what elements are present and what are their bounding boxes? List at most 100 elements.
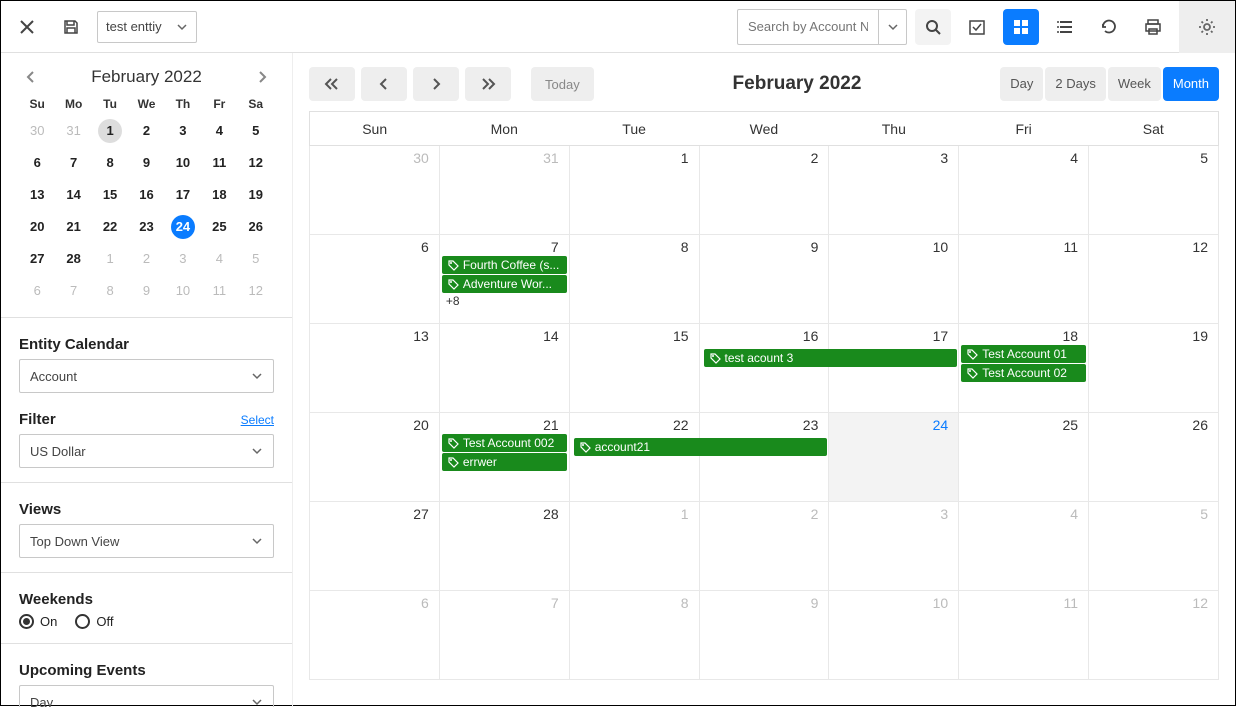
calendar-event[interactable]: test acount 3 <box>704 349 958 367</box>
filter-dropdown[interactable]: US Dollar <box>19 434 274 468</box>
mini-day-cell[interactable]: 1 <box>92 247 128 271</box>
mini-day-cell[interactable]: 5 <box>238 119 274 143</box>
mini-day-cell[interactable]: 22 <box>92 215 128 239</box>
search-dropdown-trigger[interactable] <box>878 10 906 44</box>
day-cell[interactable]: 30 <box>310 146 440 235</box>
more-events-link[interactable]: +8 <box>440 294 569 308</box>
calendar-event[interactable]: Test Account 01 <box>961 345 1086 363</box>
weekends-off-radio[interactable]: Off <box>75 614 113 629</box>
mini-day-cell[interactable]: 12 <box>238 279 274 303</box>
day-cell[interactable]: 12 <box>1089 591 1219 680</box>
list-view-button[interactable] <box>1047 9 1083 45</box>
filter-select-link[interactable]: Select <box>241 413 274 427</box>
mini-day-cell[interactable]: 8 <box>92 279 128 303</box>
day-cell[interactable]: 7Fourth Coffee (s...Adventure Wor...+8 <box>439 235 569 324</box>
mini-day-cell[interactable]: 1 <box>92 119 128 143</box>
calendar-event[interactable]: Test Account 02 <box>961 364 1086 382</box>
day-cell[interactable]: 5 <box>1089 502 1219 591</box>
entity-dropdown[interactable]: test enttiy <box>97 11 197 43</box>
view-month[interactable]: Month <box>1163 67 1219 101</box>
mini-day-cell[interactable]: 28 <box>55 247 91 271</box>
close-button[interactable] <box>9 9 45 45</box>
mini-day-cell[interactable]: 7 <box>55 151 91 175</box>
day-cell[interactable]: 17 <box>829 324 959 413</box>
day-cell[interactable]: 3 <box>829 502 959 591</box>
mini-day-cell[interactable]: 4 <box>201 119 237 143</box>
mini-day-cell[interactable]: 23 <box>128 215 164 239</box>
mini-day-cell[interactable]: 21 <box>55 215 91 239</box>
mini-day-cell[interactable]: 11 <box>201 151 237 175</box>
print-button[interactable] <box>1135 9 1171 45</box>
day-cell[interactable]: 8 <box>569 235 699 324</box>
view-week[interactable]: Week <box>1108 67 1161 101</box>
day-cell[interactable]: 4 <box>959 146 1089 235</box>
day-cell[interactable]: 1 <box>569 146 699 235</box>
nav-prev[interactable] <box>361 67 407 101</box>
day-cell[interactable]: 11 <box>959 235 1089 324</box>
mini-day-cell[interactable]: 26 <box>238 215 274 239</box>
mini-day-cell[interactable]: 8 <box>92 151 128 175</box>
mini-day-cell[interactable]: 16 <box>128 183 164 207</box>
day-cell[interactable]: 9 <box>699 235 829 324</box>
day-cell[interactable]: 6 <box>310 591 440 680</box>
day-cell[interactable]: 11 <box>959 591 1089 680</box>
nav-next[interactable] <box>413 67 459 101</box>
day-cell[interactable]: 25 <box>959 413 1089 502</box>
day-cell[interactable]: 9 <box>699 591 829 680</box>
calendar-event[interactable]: Test Account 002 <box>442 434 567 452</box>
mini-day-cell[interactable]: 7 <box>55 279 91 303</box>
search-input[interactable] <box>738 19 878 34</box>
mini-day-cell[interactable]: 20 <box>19 215 55 239</box>
calendar-event[interactable]: Adventure Wor... <box>442 275 567 293</box>
views-dropdown[interactable]: Top Down View <box>19 524 274 558</box>
calendar-event[interactable]: account21 <box>574 438 828 456</box>
mini-day-cell[interactable]: 10 <box>165 151 201 175</box>
day-cell[interactable]: 5 <box>1089 146 1219 235</box>
refresh-button[interactable] <box>1091 9 1127 45</box>
day-cell[interactable]: 2 <box>699 146 829 235</box>
day-cell[interactable]: 22account21 <box>569 413 699 502</box>
save-button[interactable] <box>53 9 89 45</box>
mini-day-cell[interactable]: 6 <box>19 279 55 303</box>
mini-next-month[interactable] <box>250 65 274 89</box>
mini-day-cell[interactable]: 5 <box>238 247 274 271</box>
day-cell[interactable]: 10 <box>829 235 959 324</box>
mini-day-cell[interactable]: 6 <box>19 151 55 175</box>
day-cell[interactable]: 12 <box>1089 235 1219 324</box>
calendar-event[interactable]: errwer <box>442 453 567 471</box>
mini-day-cell[interactable]: 27 <box>19 247 55 271</box>
mini-day-cell[interactable]: 18 <box>201 183 237 207</box>
mini-day-cell[interactable]: 24 <box>165 215 201 239</box>
day-cell[interactable]: 16test acount 3 <box>699 324 829 413</box>
mini-day-cell[interactable]: 3 <box>165 247 201 271</box>
day-cell[interactable]: 3 <box>829 146 959 235</box>
grid-view-button[interactable] <box>1003 9 1039 45</box>
day-cell[interactable]: 26 <box>1089 413 1219 502</box>
mini-day-cell[interactable]: 15 <box>92 183 128 207</box>
day-cell[interactable]: 23 <box>699 413 829 502</box>
mini-day-cell[interactable]: 11 <box>201 279 237 303</box>
view-2days[interactable]: 2 Days <box>1045 67 1105 101</box>
day-cell[interactable]: 15 <box>569 324 699 413</box>
today-button[interactable]: Today <box>531 67 594 101</box>
entity-calendar-dropdown[interactable]: Account <box>19 359 274 393</box>
mini-day-cell[interactable]: 9 <box>128 279 164 303</box>
mini-day-cell[interactable]: 25 <box>201 215 237 239</box>
day-cell[interactable]: 31 <box>439 146 569 235</box>
mini-day-cell[interactable]: 3 <box>165 119 201 143</box>
day-cell[interactable]: 6 <box>310 235 440 324</box>
day-cell[interactable]: 24 <box>829 413 959 502</box>
mini-day-cell[interactable]: 17 <box>165 183 201 207</box>
mini-day-cell[interactable]: 12 <box>238 151 274 175</box>
day-cell[interactable]: 8 <box>569 591 699 680</box>
mini-day-cell[interactable]: 2 <box>128 119 164 143</box>
mini-day-cell[interactable]: 10 <box>165 279 201 303</box>
day-cell[interactable]: 13 <box>310 324 440 413</box>
mini-day-cell[interactable]: 19 <box>238 183 274 207</box>
day-cell[interactable]: 7 <box>439 591 569 680</box>
day-cell[interactable]: 20 <box>310 413 440 502</box>
search-button[interactable] <box>915 9 951 45</box>
day-cell[interactable]: 28 <box>439 502 569 591</box>
mini-day-cell[interactable]: 14 <box>55 183 91 207</box>
upcoming-events-dropdown[interactable]: Day <box>19 685 274 707</box>
